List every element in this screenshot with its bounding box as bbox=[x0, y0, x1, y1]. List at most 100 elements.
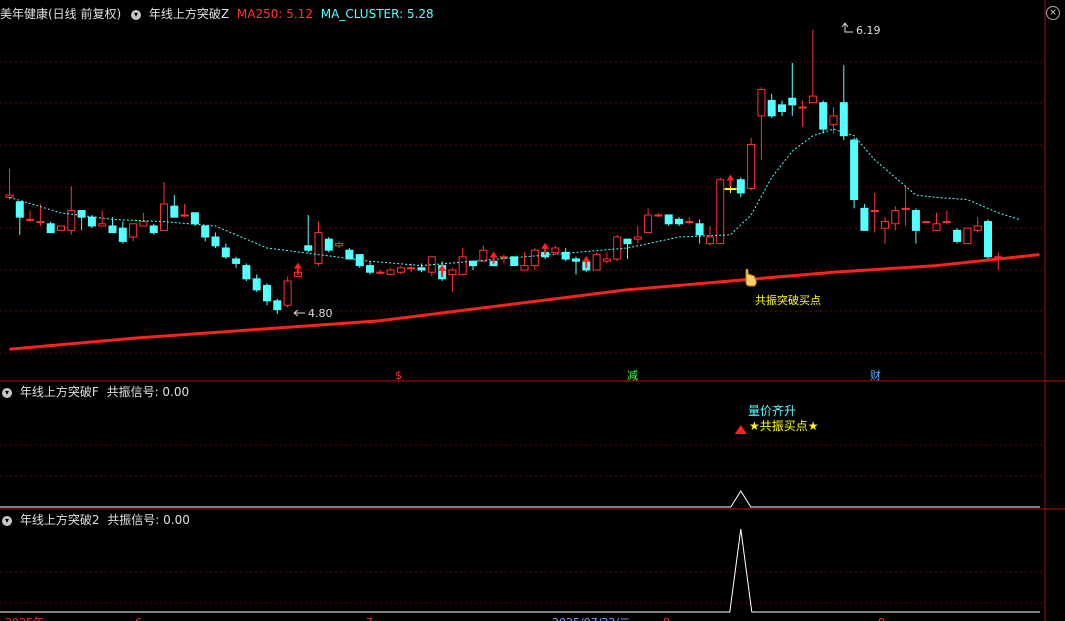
chevron-down-icon[interactable]: ▾ bbox=[2, 387, 12, 398]
candle[interactable] bbox=[46, 223, 55, 234]
marker-finance: 财 bbox=[870, 368, 881, 382]
high-pointer-icon bbox=[841, 22, 853, 33]
candle[interactable] bbox=[5, 194, 14, 198]
candle[interactable] bbox=[623, 238, 632, 245]
candle[interactable] bbox=[366, 265, 374, 273]
candle[interactable] bbox=[901, 207, 910, 210]
candle[interactable] bbox=[345, 249, 354, 260]
candle[interactable] bbox=[932, 223, 941, 231]
candle[interactable] bbox=[479, 249, 488, 262]
candle[interactable] bbox=[530, 249, 539, 267]
indicator-name-sub1[interactable]: 年线上方突破F bbox=[20, 385, 99, 399]
candle[interactable] bbox=[180, 214, 189, 217]
candle[interactable] bbox=[263, 284, 271, 302]
candle[interactable] bbox=[160, 203, 168, 231]
candle[interactable] bbox=[242, 265, 251, 280]
candle[interactable] bbox=[57, 225, 65, 231]
signal-text: 共振突破买点 bbox=[755, 293, 821, 307]
indicator-name-sub2[interactable]: 年线上方突破2 bbox=[20, 513, 100, 527]
candle[interactable] bbox=[685, 221, 694, 224]
candle[interactable] bbox=[984, 221, 992, 258]
candle[interactable] bbox=[891, 210, 900, 225]
signal-candle[interactable] bbox=[724, 188, 737, 191]
candle[interactable] bbox=[953, 229, 962, 242]
candle[interactable] bbox=[108, 225, 117, 234]
candle[interactable] bbox=[757, 88, 766, 117]
candle[interactable] bbox=[15, 201, 24, 218]
candle[interactable] bbox=[654, 214, 663, 217]
candle[interactable] bbox=[911, 210, 920, 231]
triangle-up-icon bbox=[734, 425, 747, 434]
candle[interactable] bbox=[396, 267, 405, 273]
candle[interactable] bbox=[201, 225, 210, 238]
candle[interactable] bbox=[407, 267, 416, 270]
candle[interactable] bbox=[819, 102, 828, 130]
candle[interactable] bbox=[808, 95, 817, 104]
candle[interactable] bbox=[252, 278, 261, 291]
candle[interactable] bbox=[376, 271, 385, 274]
candle[interactable] bbox=[139, 221, 148, 227]
candle[interactable] bbox=[551, 247, 560, 253]
candle[interactable] bbox=[283, 280, 292, 306]
candle[interactable] bbox=[499, 256, 508, 259]
candle[interactable] bbox=[417, 267, 426, 271]
candle[interactable] bbox=[942, 221, 951, 224]
candle[interactable] bbox=[273, 300, 282, 311]
candle[interactable] bbox=[221, 247, 230, 258]
candle[interactable] bbox=[767, 99, 776, 117]
candle[interactable] bbox=[664, 214, 673, 225]
close-icon[interactable]: × bbox=[1046, 6, 1060, 20]
candle[interactable] bbox=[613, 236, 622, 260]
candle[interactable] bbox=[190, 212, 199, 225]
candle[interactable] bbox=[314, 232, 323, 264]
candle[interactable] bbox=[829, 115, 838, 126]
candle[interactable] bbox=[98, 223, 107, 227]
candle[interactable] bbox=[520, 265, 529, 271]
candle[interactable] bbox=[448, 269, 457, 275]
candle[interactable] bbox=[963, 227, 972, 245]
candle[interactable] bbox=[170, 205, 179, 218]
candle[interactable] bbox=[633, 236, 642, 240]
candle[interactable] bbox=[26, 218, 35, 221]
stock-title[interactable]: 美年健康(日线 前复权) bbox=[0, 7, 121, 21]
candle[interactable] bbox=[304, 245, 313, 251]
indicator-name-main[interactable]: 年线上方突破Z bbox=[149, 7, 229, 21]
candle[interactable] bbox=[118, 227, 127, 242]
candle[interactable] bbox=[458, 256, 467, 275]
candle[interactable] bbox=[870, 210, 879, 213]
candle[interactable] bbox=[149, 225, 158, 234]
candle[interactable] bbox=[747, 144, 756, 190]
candle[interactable] bbox=[232, 258, 241, 264]
candle[interactable] bbox=[788, 97, 797, 106]
candle[interactable] bbox=[839, 102, 848, 137]
sub2-signal-value: 共振信号: 0.00 bbox=[107, 513, 190, 527]
candle[interactable] bbox=[324, 238, 333, 251]
candle[interactable] bbox=[798, 106, 807, 109]
sub1-text-bottom: ★共振买点★ bbox=[749, 419, 819, 433]
timeline-label: 2025/07/22/二 bbox=[552, 616, 630, 621]
candle[interactable] bbox=[850, 139, 859, 201]
candle[interactable] bbox=[860, 207, 869, 231]
candle[interactable] bbox=[644, 214, 653, 234]
candle[interactable] bbox=[129, 223, 138, 238]
candle[interactable] bbox=[705, 236, 714, 245]
candle[interactable] bbox=[695, 223, 704, 236]
candle[interactable] bbox=[386, 269, 395, 275]
chevron-down-icon[interactable]: ▾ bbox=[2, 515, 12, 526]
high-price-label: 6.19 bbox=[856, 24, 881, 37]
candle[interactable] bbox=[602, 258, 611, 262]
chevron-down-icon[interactable]: ▾ bbox=[131, 9, 142, 20]
candle[interactable] bbox=[211, 236, 220, 247]
candle[interactable] bbox=[973, 225, 982, 231]
candle[interactable] bbox=[335, 243, 344, 247]
candle[interactable] bbox=[592, 254, 601, 271]
candle[interactable] bbox=[36, 221, 45, 224]
candle[interactable] bbox=[922, 221, 931, 224]
candle[interactable] bbox=[778, 104, 786, 112]
candle[interactable] bbox=[572, 258, 580, 262]
candle[interactable] bbox=[675, 218, 683, 225]
candle[interactable] bbox=[87, 216, 96, 227]
candle[interactable] bbox=[881, 221, 889, 229]
candle[interactable] bbox=[716, 179, 725, 245]
candle[interactable] bbox=[736, 179, 745, 194]
